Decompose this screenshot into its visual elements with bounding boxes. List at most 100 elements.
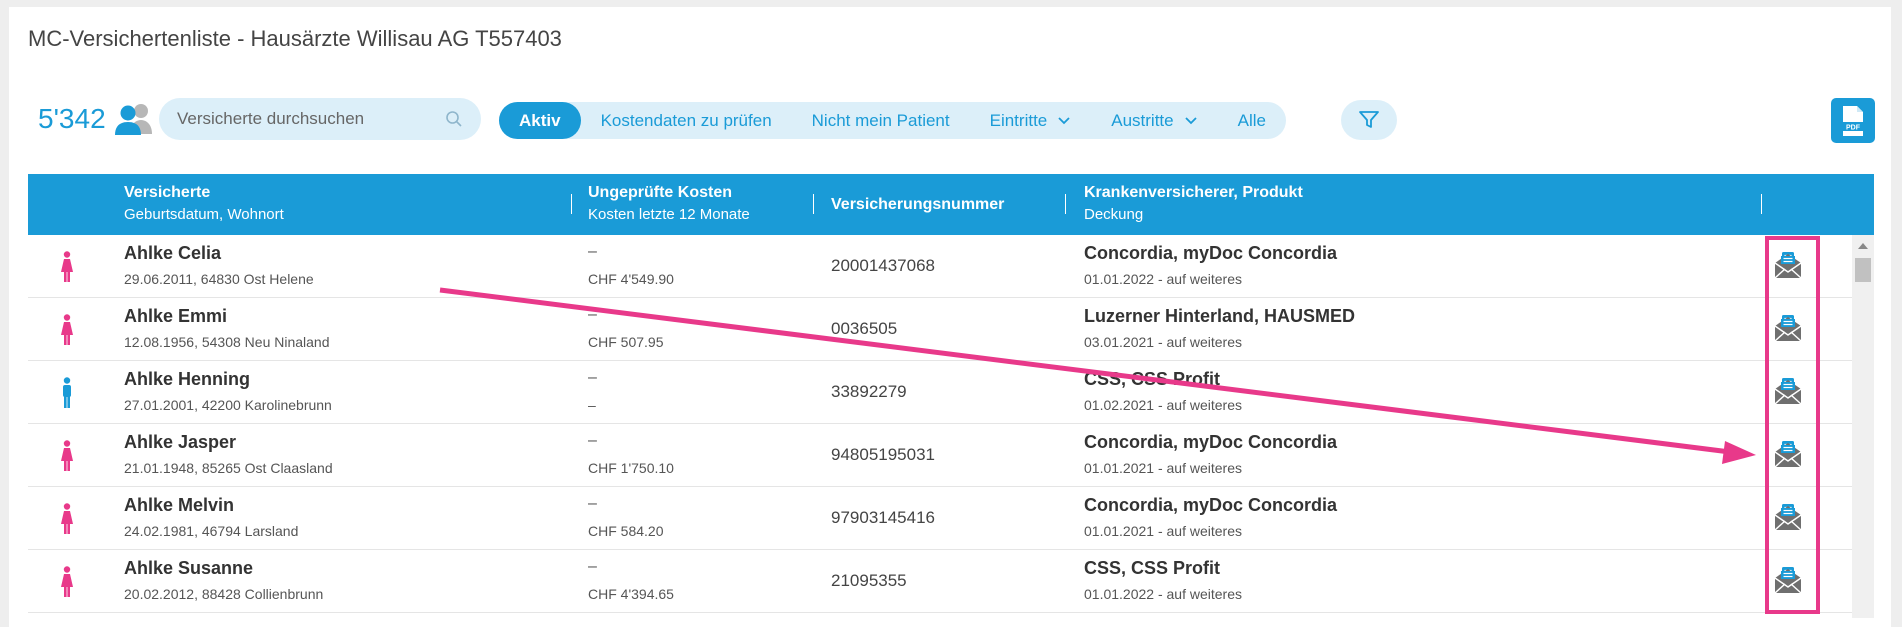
filter-button[interactable] [1341,100,1397,140]
unchecked-costs: – [588,243,597,260]
unchecked-costs: – [588,369,597,386]
insured-birth-residence: 24.02.1981, 46794 Larsland [124,523,299,539]
insurance-number: 33892279 [831,382,907,401]
tab-label: Alle [1237,110,1266,130]
column-subtitle: Deckung [1084,206,1144,223]
female-person-icon [61,314,73,345]
insured-table-body: Ahlke Celia 29.06.2011, 64830 Ost Helene… [28,235,1874,613]
costs-last-12-months: CHF 507.95 [588,334,664,350]
insurer-product: Concordia, myDoc Concordia [1084,495,1338,515]
tab-alle[interactable]: Alle [1218,102,1286,139]
pdf-export-button[interactable]: PDF [1831,98,1875,143]
insurer-product: Concordia, myDoc Concordia [1084,243,1338,263]
tab-label: Eintritte [989,110,1048,130]
users-icon [114,104,152,135]
tab-label: Austritte [1111,110,1174,130]
insured-birth-residence: 29.06.2011, 64830 Ost Helene [124,271,314,287]
unchecked-costs: – [588,558,597,575]
female-person-icon [61,503,73,534]
column-divider [571,194,572,214]
costs-last-12-months: – [588,397,596,413]
insurance-number: 20001437068 [831,256,936,275]
insured-name[interactable]: Ahlke Henning [124,369,250,390]
coverage-period: 01.01.2021 - auf weiteres [1084,460,1242,476]
costs-last-12-months: CHF 584.20 [588,523,664,539]
insured-name[interactable]: Ahlke Emmi [124,306,227,327]
tab-aktiv[interactable]: Aktiv [499,102,581,139]
tab-nicht-mein-patient[interactable]: Nicht mein Patient [792,102,970,139]
scroll-up-arrow-icon[interactable] [1858,243,1868,249]
insured-name[interactable]: Ahlke Melvin [124,495,234,516]
coverage-period: 01.01.2022 - auf weiteres [1084,586,1242,602]
status-filter-tabs: Aktiv Kostendaten zu prüfen Nicht mein P… [499,102,1286,139]
male-person-icon [63,377,71,408]
insured-count-value: 5'342 [38,103,106,134]
female-person-icon [61,440,73,471]
chevron-down-icon [1058,116,1070,124]
column-divider [1761,194,1762,214]
insurance-number: 0036505 [831,319,898,338]
costs-last-12-months: CHF 4'549.90 [588,271,674,287]
page-title: MC-Versichertenliste - Hausärzte Willisa… [28,26,562,51]
column-title: Versicherte [124,184,211,201]
scroll-thumb[interactable] [1855,258,1871,282]
costs-last-12-months: CHF 4'394.65 [588,586,674,602]
svg-text:PDF: PDF [1846,124,1861,131]
column-title: Versicherungsnummer [831,196,1005,213]
table-row[interactable]: Ahlke Celia 29.06.2011, 64830 Ost Helene… [28,235,1874,298]
insured-birth-residence: 21.01.1948, 85265 Ost Claasland [124,460,333,476]
coverage-period: 01.02.2021 - auf weiteres [1084,397,1242,413]
search-icon[interactable] [445,110,463,128]
tab-label: Aktiv [519,110,561,130]
column-header-versicherungsnummer[interactable]: Versicherungsnummer [831,196,1004,214]
search-box[interactable] [159,98,481,140]
vertical-scrollbar[interactable] [1852,235,1874,618]
insured-name[interactable]: Ahlke Susanne [124,558,253,579]
insured-birth-residence: 12.08.1956, 54308 Neu Ninaland [124,334,330,350]
table-row[interactable]: Ahlke Emmi 12.08.1956, 54308 Neu Ninalan… [28,298,1874,361]
insured-count: 5'342 [38,102,154,136]
table-header: Versicherte Geburtsdatum, Wohnort Ungepr… [28,174,1874,235]
insured-birth-residence: 27.01.2001, 42200 Karolinebrunn [124,397,332,413]
column-divider [813,194,814,214]
insured-birth-residence: 20.02.2012, 88428 Collienbrunn [124,586,324,602]
column-header-ungepruefte-kosten[interactable]: Ungeprüfte Kosten Kosten letzte 12 Monat… [588,184,750,223]
column-title: Krankenversicherer, Produkt [1084,184,1303,201]
tab-label: Nicht mein Patient [811,110,950,130]
tab-austritte[interactable]: Austritte [1091,102,1217,139]
column-header-versicherte[interactable]: Versicherte Geburtsdatum, Wohnort [124,184,284,223]
unchecked-costs: – [588,432,597,449]
column-subtitle: Geburtsdatum, Wohnort [124,206,284,223]
coverage-period: 03.01.2021 - auf weiteres [1084,334,1242,350]
costs-last-12-months: CHF 1'750.10 [588,460,674,476]
pdf-icon: PDF [1840,105,1866,136]
table-row[interactable]: Ahlke Susanne 20.02.2012, 88428 Collienb… [28,550,1874,613]
insurer-product: Concordia, myDoc Concordia [1084,432,1338,452]
tab-label: Kostendaten zu prüfen [600,110,772,130]
table-row[interactable]: Ahlke Melvin 24.02.1981, 46794 Larsland … [28,487,1874,550]
coverage-period: 01.01.2022 - auf weiteres [1084,271,1242,287]
tab-eintritte[interactable]: Eintritte [970,102,1092,139]
insurance-number: 94805195031 [831,445,936,464]
table-row[interactable]: Ahlke Henning 27.01.2001, 42200 Karoline… [28,361,1874,424]
insured-name[interactable]: Ahlke Celia [124,243,221,264]
unchecked-costs: – [588,495,597,512]
annotation-highlight-box [1765,236,1820,614]
column-header-krankenversicherer[interactable]: Krankenversicherer, Produkt Deckung [1084,184,1303,223]
filter-icon [1359,111,1379,128]
column-subtitle: Kosten letzte 12 Monate [588,206,750,223]
unchecked-costs: – [588,306,597,323]
insurance-number: 21095355 [831,571,907,590]
insurer-product: CSS, CSS Profit [1084,369,1221,389]
insured-name[interactable]: Ahlke Jasper [124,432,236,453]
table-row[interactable]: Ahlke Jasper 21.01.1948, 85265 Ost Claas… [28,424,1874,487]
female-person-icon [61,566,73,597]
column-divider [1065,194,1066,214]
female-person-icon [61,251,73,282]
tab-kostendaten-zu-pruefen[interactable]: Kostendaten zu prüfen [581,102,792,139]
column-title: Ungeprüfte Kosten [588,184,732,201]
coverage-period: 01.01.2021 - auf weiteres [1084,523,1242,539]
insurer-product: Luzerner Hinterland, HAUSMED [1084,306,1356,326]
chevron-down-icon [1184,116,1197,124]
search-input[interactable] [175,108,439,130]
